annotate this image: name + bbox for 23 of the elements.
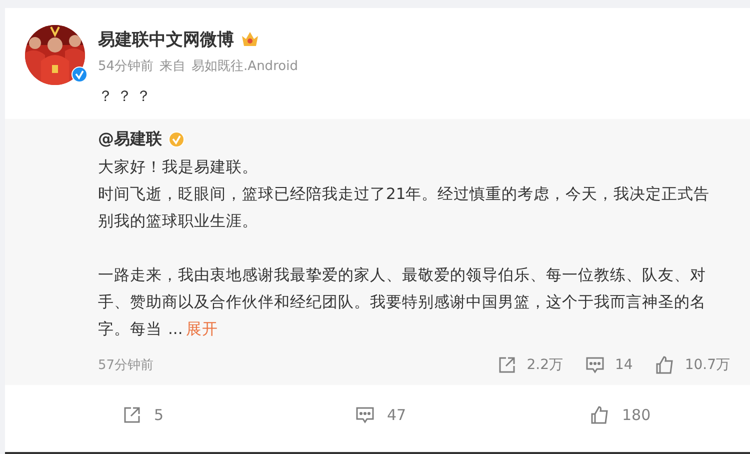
comment-stat[interactable]: 14 — [585, 355, 633, 375]
share-icon — [496, 355, 517, 375]
quoted-time: 57分钟前 — [98, 357, 155, 374]
post-paragraph: 大家好！我是易建联。 — [98, 157, 259, 178]
like-stat[interactable]: 10.7万 — [654, 355, 730, 375]
thumbs-up-icon — [654, 355, 675, 375]
source-link[interactable]: 易如既往.Android — [192, 57, 298, 75]
post-paragraph: 一路走来，我由衷地感谢我最挚爱的家人、最敬爱的领导伯乐、每一位教练、队友、对手、赞助商以及合作伙伴和经纪团队。我要特别感谢中国男篮，这个于我而言神圣的名字。每当 ... 展开 — [98, 265, 707, 340]
repost-stat[interactable]: 2.2万 — [496, 355, 563, 375]
source-label: 来自 — [160, 58, 186, 75]
comment-action[interactable]: 47 — [240, 405, 475, 425]
quoted-author[interactable]: @易建联 — [98, 129, 162, 150]
thumbs-up-icon — [590, 405, 610, 425]
expand-link[interactable]: 展开 — [186, 320, 218, 338]
post-text: ？？？ — [98, 87, 156, 106]
comment-icon — [355, 405, 375, 425]
author-name[interactable]: 易建联中文网微博 — [98, 28, 234, 50]
comment-icon — [585, 355, 605, 375]
post-time: 54分钟前 — [98, 58, 154, 75]
share-icon — [122, 405, 142, 425]
post-paragraph: 时间飞逝，眨眼间，篮球已经陪我走过了21年。经过慎重的考虑，今天，我决定正式告别我的篮球职业生涯。 — [98, 184, 711, 232]
repost-action[interactable]: 5 — [5, 405, 240, 425]
like-action[interactable]: 180 — [475, 405, 710, 425]
